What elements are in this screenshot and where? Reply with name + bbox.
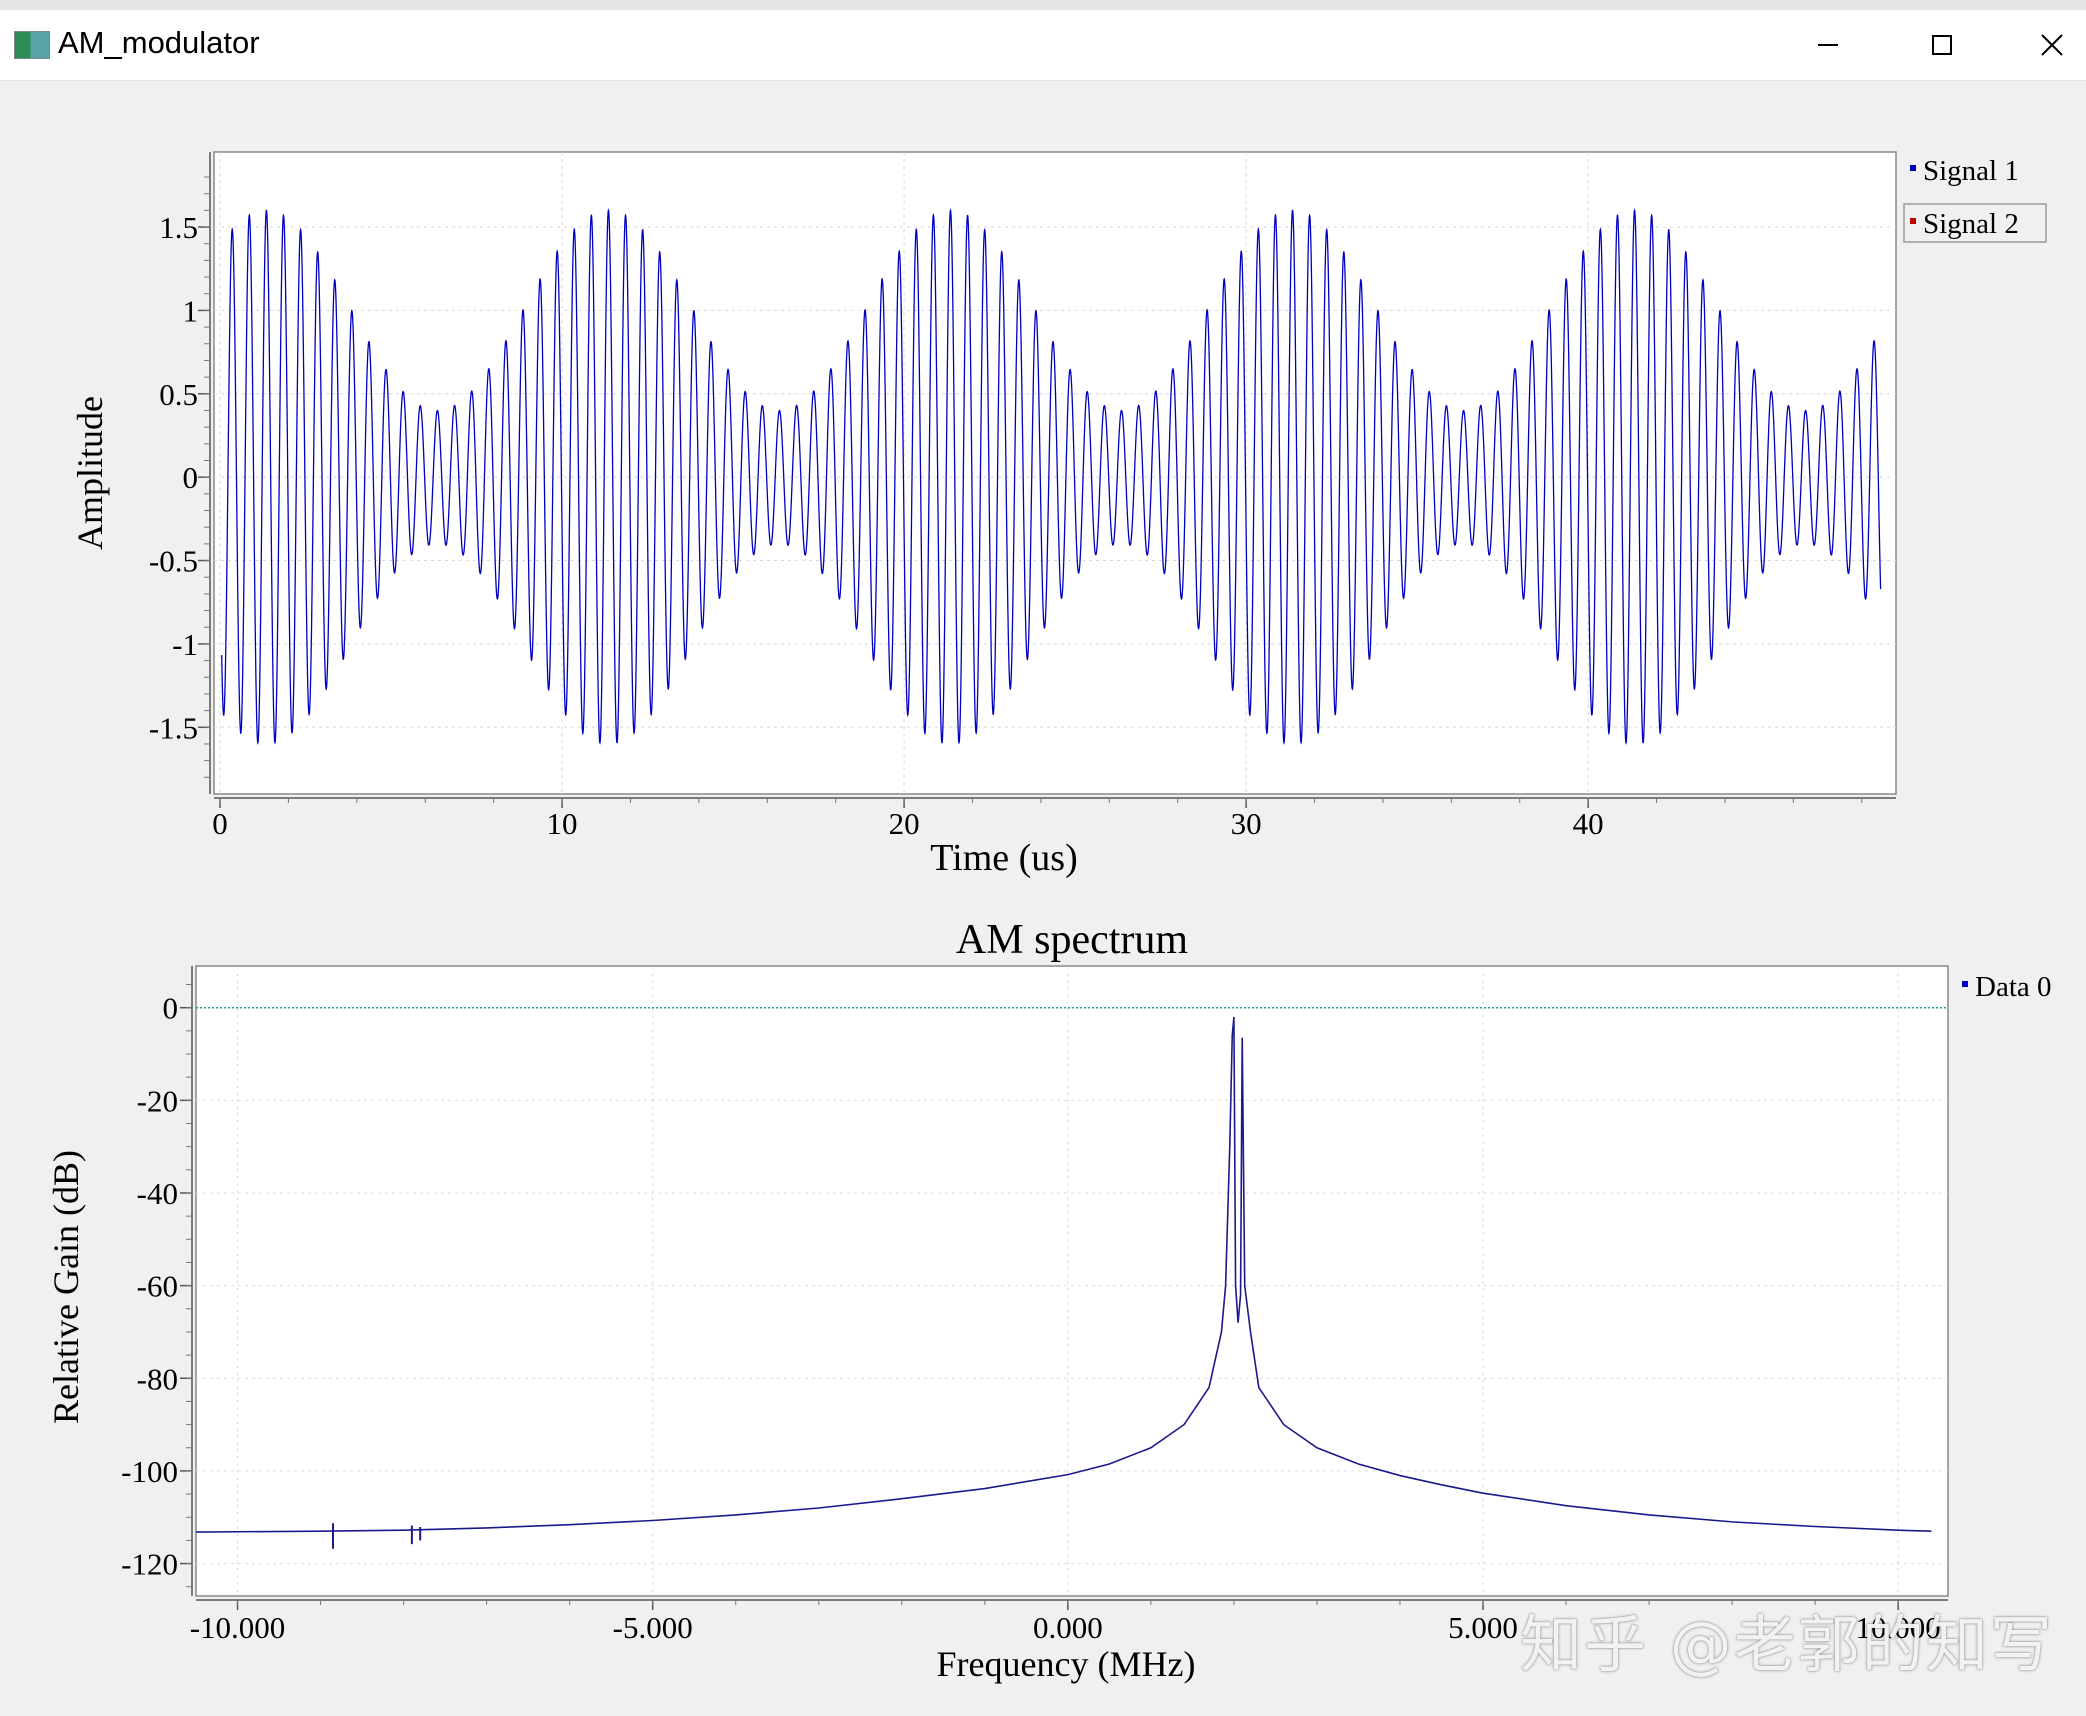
time-y-axis-label: Amplitude <box>70 396 110 550</box>
spectrum-y-ticks: 0 -20 -40 -60 -80 -100 -120 <box>121 984 192 1588</box>
time-y-tick-label: 0.5 <box>159 377 198 412</box>
plots-canvas: 1.5 1 0.5 0 -0.5 -1 -1.5 0 10 20 30 40 Time (us) A… <box>46 151 2052 1684</box>
time-y-tick-label: -1 <box>172 627 198 662</box>
spectrum-y-tick-label: -120 <box>121 1547 178 1582</box>
legend-item-data-0[interactable]: Data 0 <box>1962 971 2052 1003</box>
time-domain-plot[interactable]: 1.5 1 0.5 0 -0.5 -1 -1.5 0 10 20 30 40 Time (us) A… <box>70 151 2047 879</box>
signal-2-swatch <box>1910 218 1916 224</box>
time-x-tick-label: 30 <box>1231 806 1262 841</box>
spectrum-title: AM spectrum <box>956 917 1188 963</box>
time-plot-area[interactable] <box>213 151 1897 795</box>
legend-item-signal-2[interactable]: Signal 2 <box>1903 203 2047 243</box>
spectrum-y-tick-label: 0 <box>163 991 179 1026</box>
spectrum-legend: Data 0 <box>1962 971 2052 1003</box>
time-y-tick-label: -0.5 <box>149 544 198 579</box>
time-y-tick-label: -1.5 <box>149 710 198 745</box>
legend-data-0-label: Data 0 <box>1975 971 2052 1003</box>
time-x-axis-label: Time (us) <box>930 837 1077 879</box>
spectrum-x-axis-label: Frequency (MHz) <box>937 1644 1196 1684</box>
time-x-tick-label: 20 <box>889 806 920 841</box>
signal-1-swatch <box>1910 165 1916 171</box>
legend-item-signal-1[interactable]: Signal 1 <box>1910 155 2019 187</box>
spectrum-y-tick-label: -40 <box>137 1176 178 1211</box>
time-y-tick-label: 1 <box>183 293 199 328</box>
spectrum-x-tick-label: -5.000 <box>613 1610 693 1645</box>
time-x-ticks: 0 10 20 30 40 <box>212 798 1863 841</box>
legend-signal-1-label: Signal 1 <box>1923 155 2019 187</box>
spectrum-y-tick-label: -80 <box>137 1361 178 1396</box>
spectrum-plot-area[interactable] <box>195 965 1949 1597</box>
spectrum-y-axis-label: Relative Gain (dB) <box>46 1150 86 1424</box>
spectrum-y-tick-label: -60 <box>137 1269 178 1304</box>
time-x-tick-label: 0 <box>212 806 228 841</box>
data-0-swatch <box>1962 981 1968 987</box>
time-legend: Signal 1 Signal 2 <box>1903 155 2047 243</box>
time-y-tick-label: 1.5 <box>159 210 198 245</box>
time-y-ticks: 1.5 1 0.5 0 -0.5 -1 -1.5 <box>149 176 210 778</box>
spectrum-plot[interactable]: AM spectrum 0 -20 -40 -60 -80 -100 -120 -10.00… <box>46 917 2052 1684</box>
spectrum-y-tick-label: -20 <box>137 1083 178 1118</box>
spectrum-x-tick-label: -10.000 <box>190 1610 286 1645</box>
legend-signal-2-label: Signal 2 <box>1923 208 2019 240</box>
spectrum-x-tick-label: 5.000 <box>1448 1610 1518 1645</box>
watermark-text: 知乎 @老郭的知写 <box>1520 1608 2054 1681</box>
spectrum-y-tick-label: -100 <box>121 1454 178 1489</box>
time-y-tick-label: 0 <box>183 460 199 495</box>
spectrum-x-tick-label: 0.000 <box>1033 1610 1103 1645</box>
time-x-tick-label: 40 <box>1573 806 1604 841</box>
time-x-tick-label: 10 <box>547 806 578 841</box>
